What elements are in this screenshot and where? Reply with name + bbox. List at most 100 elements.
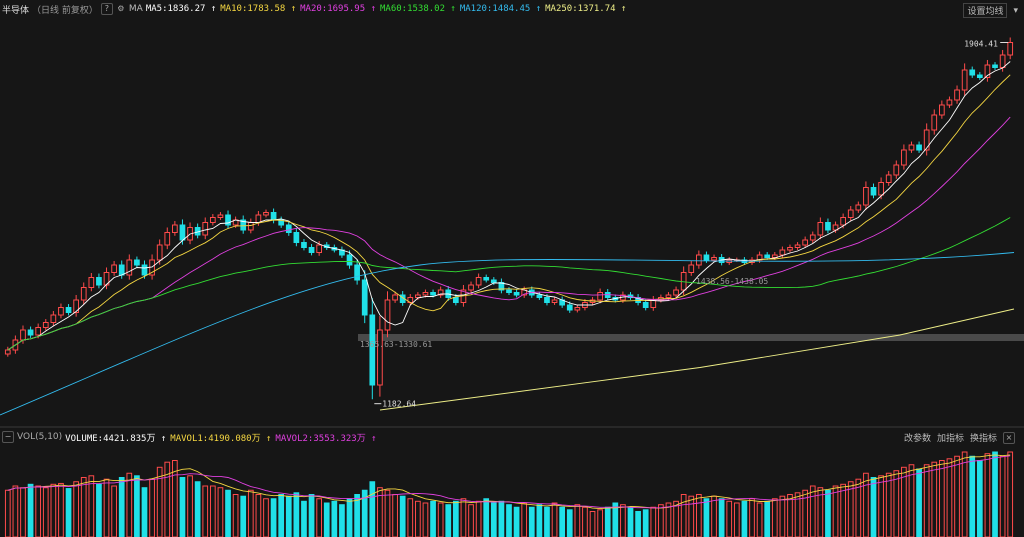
volume-bar [954,455,960,537]
candle [855,204,862,211]
candle [293,232,300,243]
candle [392,294,398,301]
candle [999,54,1006,68]
candle [847,209,854,218]
ma-item-ma20: MA20:1695.95 ↑ [300,4,376,14]
volume-bar [741,500,748,537]
dropdown-icon[interactable]: ▾ [1013,6,1018,16]
candle [802,239,809,246]
ma20-line [7,116,1011,351]
volume-bar [536,504,543,537]
volume-values: VOLUME:4421.835万 ↑ MAVOL1:4190.080万 ↑ MAVO… [65,431,380,444]
volume-bar [225,489,231,537]
volume-bar [209,485,216,537]
volume-bar [695,494,702,537]
volume-bar [1007,451,1014,537]
volume-bar [885,472,892,537]
candle [346,254,353,266]
add-indicator-button[interactable]: 加指标 [937,431,964,444]
candle [58,307,64,316]
volume-bar [976,460,983,537]
candle [901,149,907,166]
candle [597,292,603,301]
candle [969,69,976,76]
high-label: 1904.41 [964,40,998,49]
volume-bar [878,475,884,537]
candle [96,277,102,286]
volume-bar [339,504,345,537]
close-icon[interactable]: × [1003,431,1015,444]
candle [779,249,786,256]
volume-bar [498,500,505,537]
candle [787,247,793,251]
volume-bar [551,502,558,537]
volume-bar [88,475,95,537]
gear-icon[interactable]: ⚙ [116,4,126,14]
candle [946,99,953,106]
candle [954,89,960,101]
volume-bar [255,494,262,537]
collapse-icon[interactable]: − [2,431,14,443]
candle [992,64,998,68]
volume-bar [984,453,991,537]
candle [961,69,968,91]
volume-bar [141,487,148,537]
help-icon[interactable]: ? [100,3,113,15]
volume-bar [430,500,436,537]
volume-bar [635,511,641,537]
volume-bar [316,498,323,537]
candle [20,329,26,341]
volume-bar [58,482,64,537]
candle [544,297,550,303]
candle [665,294,672,298]
volume-bar [574,504,581,537]
volume-bar [513,506,520,537]
candle [202,222,209,236]
ma-item-ma5: MA5:1836.27 ↑ [145,4,217,14]
volume-bar [149,478,155,537]
volume-bar [369,481,376,537]
volume-bar [80,477,87,537]
candlestick-chart[interactable]: 1904.41 1182.64 1365.63-1330.61 1438.56-143… [0,0,1024,537]
candle [703,254,710,261]
volume-bar [308,494,315,537]
volume-bar [528,506,535,537]
volume-bar [673,500,679,537]
volume-bar [642,509,649,537]
volume-bar [863,472,869,537]
volume-bar [809,485,816,537]
volume-bar [111,485,117,537]
candle [247,222,254,231]
volume-bar [620,504,626,537]
candle [316,244,323,253]
volume-bar [506,504,512,537]
volume-bar [771,498,778,537]
ma-label: MA [128,4,143,14]
candle [111,264,117,273]
volume-bar [263,498,269,537]
ma-item-ma120: MA120:1484.45 ↑ [459,4,542,14]
volume-bar [893,470,900,537]
candle [217,214,224,218]
price-header: 半导体 （日线 前复权） ? ⚙ MA MA5:1836.27 ↑ MA10:17… [0,0,633,18]
volume-bar [445,504,452,537]
settings-button[interactable]: 设置均线 [963,3,1008,18]
volume-bar [202,485,209,537]
candle [209,217,216,223]
candle [923,129,930,151]
volume-bar [665,502,672,537]
candle [308,247,315,253]
candle [134,259,140,266]
candle [908,144,915,151]
volume-bar [384,489,391,537]
volume-bar [73,481,79,537]
candle [141,264,148,276]
volume-bar [946,458,953,537]
volume-bar [65,488,72,537]
candle [566,304,573,311]
volume-bar [323,502,330,537]
switch-indicator-button[interactable]: 换指标 [970,431,997,444]
volume-bar [415,500,421,537]
edit-params-button[interactable]: 改参数 [904,431,931,444]
volume-bar [726,500,733,537]
